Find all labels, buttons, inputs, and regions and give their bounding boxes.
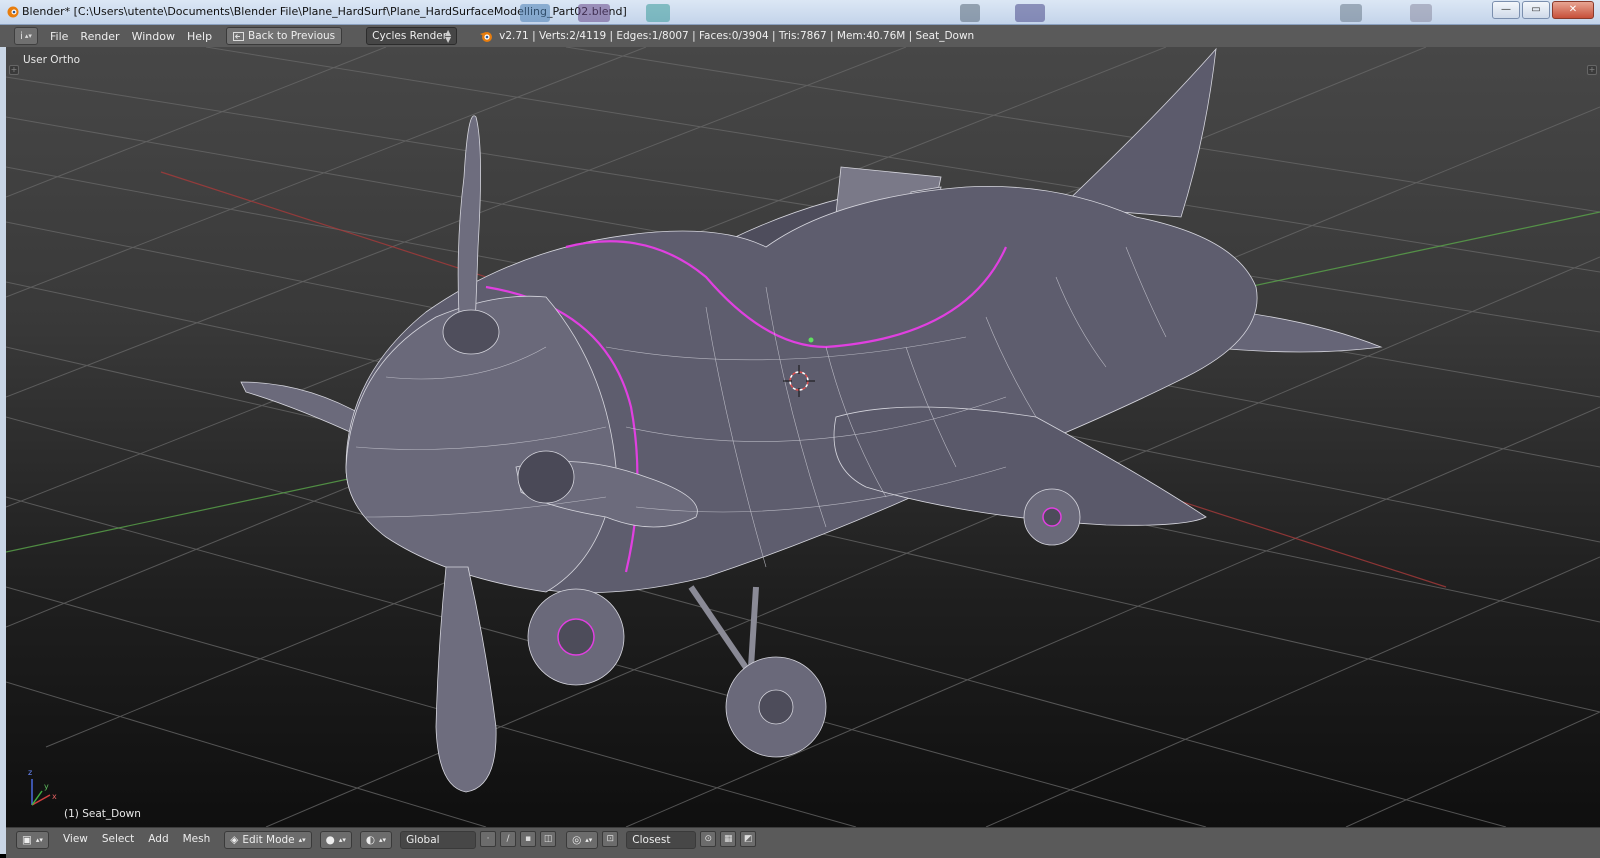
- taskbar-ghost: [960, 4, 980, 22]
- edit-mode-icon: ◈: [230, 834, 239, 846]
- axis-gizmo: z x y: [28, 768, 57, 806]
- orientation-value: Global: [406, 834, 440, 846]
- render-engine-value: Cycles Render: [372, 30, 448, 42]
- airplane-mesh[interactable]: [240, 47, 1383, 793]
- axis-label-x: x: [52, 792, 57, 801]
- view-name-label: User Ortho: [23, 54, 81, 66]
- active-object-label: (1) Seat_Down: [64, 808, 141, 820]
- snap-target-select[interactable]: Closest: [626, 831, 697, 849]
- back-to-previous-button[interactable]: Back to Previous: [226, 27, 343, 45]
- mode-select[interactable]: ◈ Edit Mode ▴▾: [224, 831, 312, 849]
- transform-orientation-select[interactable]: Global: [400, 831, 477, 849]
- proportional-icon: ◎: [572, 834, 582, 846]
- render-engine-select[interactable]: Cycles Render ▲ ▼: [366, 27, 458, 45]
- close-button[interactable]: ✕: [1552, 1, 1594, 19]
- menu-add[interactable]: Add: [148, 833, 168, 845]
- properties-toggle-icon[interactable]: +: [1587, 65, 1597, 75]
- blender-logo-icon: [480, 32, 493, 42]
- pivot-icon: ◐: [365, 834, 376, 846]
- taskbar-ghost: [1340, 4, 1362, 22]
- snap-toggle-icon[interactable]: ⊡: [602, 831, 619, 847]
- 3d-viewport[interactable]: z x y User Ortho (1) Seat_Down + +: [6, 47, 1600, 827]
- edge-select-icon[interactable]: /: [500, 831, 517, 847]
- menu-mesh[interactable]: Mesh: [183, 833, 211, 845]
- up-down-arrows-icon: ▲ ▼: [444, 28, 452, 44]
- camera-icon[interactable]: ◩: [740, 831, 757, 847]
- menu-file[interactable]: File: [50, 30, 68, 43]
- limit-selection-icon[interactable]: ◫: [540, 831, 557, 847]
- snap-option-icon[interactable]: ⊙: [700, 831, 717, 847]
- info-icon: i: [20, 30, 23, 42]
- taskbar-ghost: [1410, 4, 1432, 22]
- menu-view[interactable]: View: [63, 833, 88, 845]
- toolbar-toggle-icon[interactable]: +: [9, 65, 19, 75]
- viewport-shading-select[interactable]: ● ▴▾: [319, 831, 352, 849]
- taskbar-ghost: [1015, 4, 1045, 22]
- mode-value: Edit Mode: [242, 834, 295, 846]
- back-to-previous-label: Back to Previous: [248, 30, 336, 42]
- face-select-icon[interactable]: ▪: [520, 831, 537, 847]
- taskbar-ghost: [578, 4, 610, 22]
- menu-help[interactable]: Help: [187, 30, 212, 43]
- proportional-edit-select[interactable]: ◎ ▴▾: [566, 831, 599, 849]
- editor-type-button[interactable]: ▣ ▴▾: [16, 831, 49, 849]
- render-icon[interactable]: ▦: [720, 831, 737, 847]
- vertex-select-icon[interactable]: ·: [480, 831, 497, 847]
- editor-type-button[interactable]: i ▴▾: [14, 27, 38, 45]
- pivot-point-select[interactable]: ◐ ▴▾: [359, 831, 393, 849]
- axis-label-y: y: [44, 782, 49, 791]
- menu-window[interactable]: Window: [132, 30, 175, 43]
- taskbar-ghost: [646, 4, 670, 22]
- menu-render[interactable]: Render: [80, 30, 119, 43]
- window-controls: — ▭ ✕: [1492, 1, 1594, 19]
- snap-target-value: Closest: [632, 834, 671, 846]
- viewport-scene[interactable]: z x y: [6, 47, 1600, 827]
- blender-icon: [7, 6, 19, 18]
- minimize-button[interactable]: —: [1492, 1, 1520, 19]
- maximize-button[interactable]: ▭: [1522, 1, 1550, 19]
- cube-icon: ▣: [22, 834, 32, 846]
- info-header: i ▴▾ File Render Window Help Back to Prev…: [0, 25, 1600, 48]
- solid-sphere-icon: ●: [325, 834, 335, 846]
- taskbar-ghost: [520, 4, 550, 22]
- back-arrow-icon: [233, 31, 245, 41]
- axis-label-z: z: [28, 768, 32, 777]
- menu-select[interactable]: Select: [102, 833, 134, 845]
- 3d-view-header: ▣ ▴▾ View Select Add Mesh ◈ Edit Mode ▴▾ …: [6, 827, 1600, 858]
- selected-vertex[interactable]: [808, 337, 814, 343]
- window-titlebar: Blender* [C:\Users\utente\Documents\Blen…: [0, 0, 1600, 25]
- scene-statistics: v2.71 | Verts:2/4119 | Edges:1/8007 | Fa…: [499, 30, 975, 42]
